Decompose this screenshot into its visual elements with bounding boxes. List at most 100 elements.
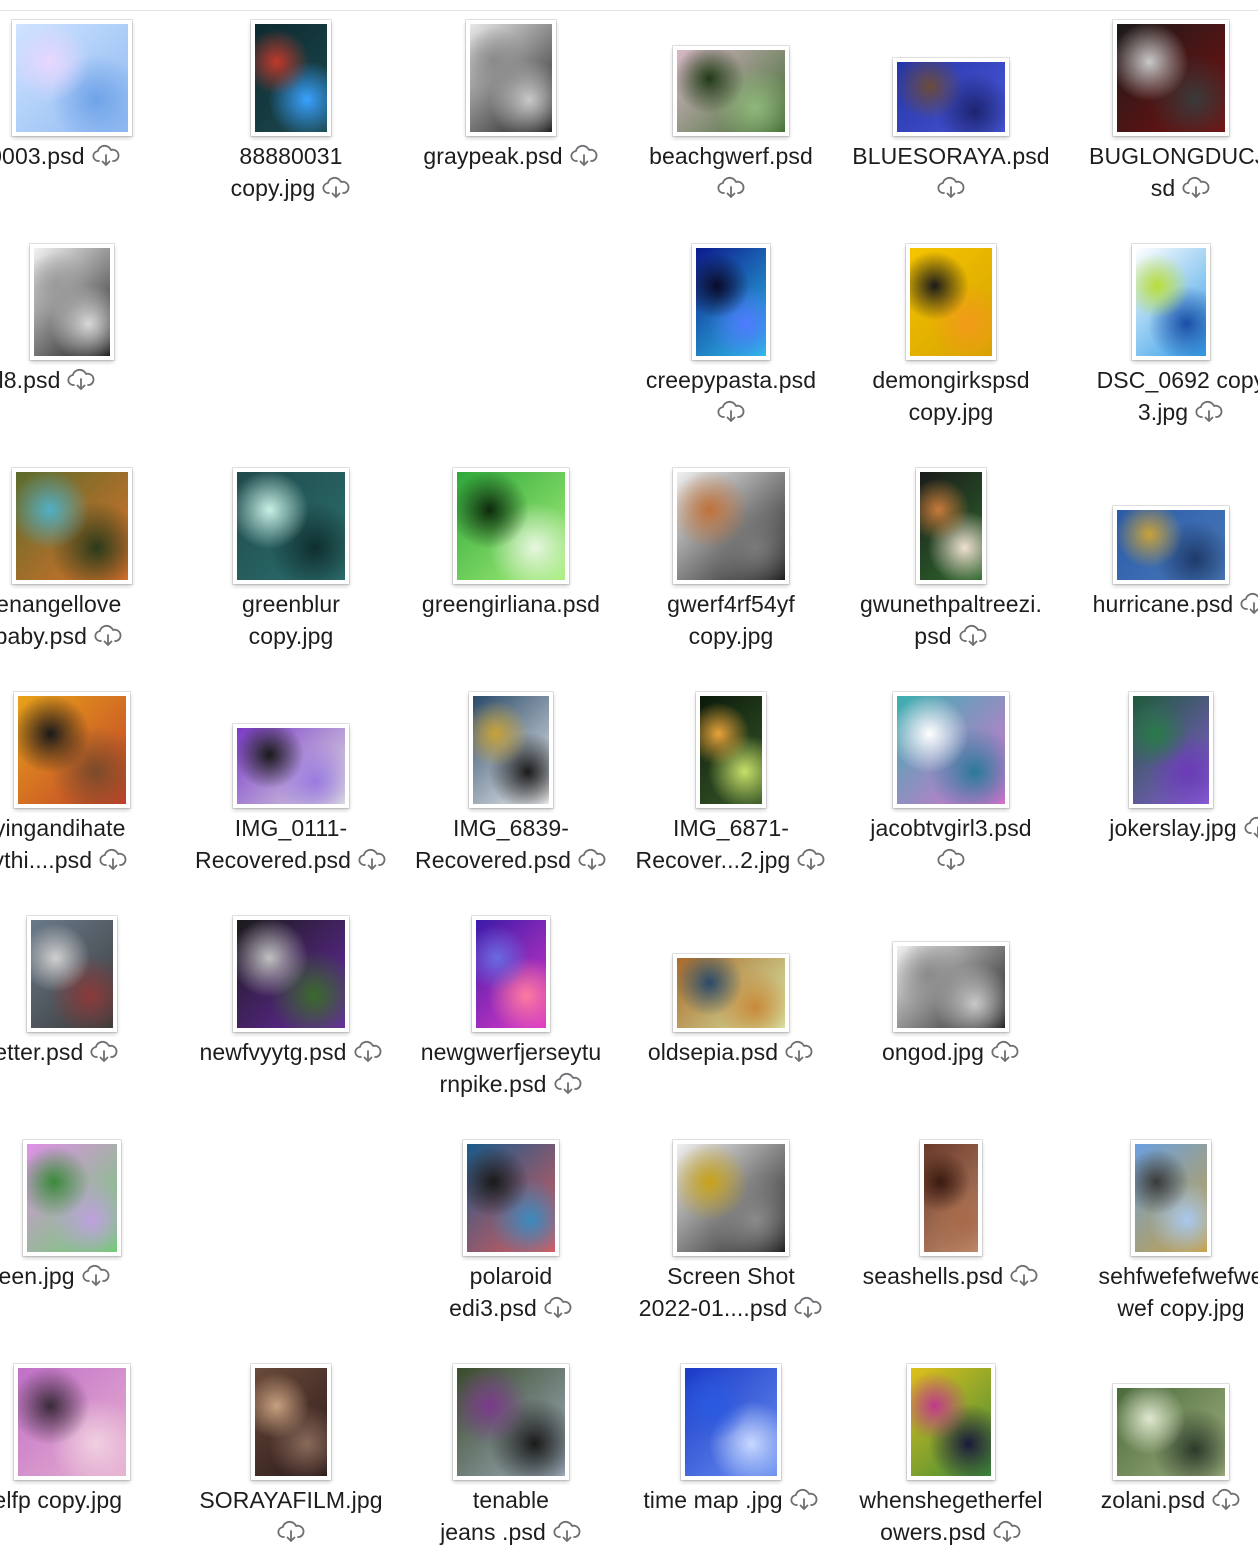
file-name[interactable]: tenable jeans .psd — [391, 1484, 631, 1548]
file-name[interactable]: IMG_6871- Recover...2.jpg — [611, 812, 851, 876]
file-thumbnail[interactable] — [12, 468, 132, 584]
file-item[interactable]: demongirkspsd copy.jpg — [841, 224, 1061, 448]
file-thumbnail[interactable] — [14, 692, 130, 808]
file-thumbnail[interactable] — [673, 46, 789, 136]
file-item[interactable]: bull8.psd — [0, 224, 182, 448]
file-name[interactable]: ongod.jpg — [831, 1036, 1071, 1068]
file-thumbnail[interactable] — [1129, 692, 1213, 808]
file-thumbnail[interactable] — [893, 692, 1009, 808]
file-name[interactable]: time map .jpg — [611, 1484, 851, 1516]
cloud-download-icon[interactable] — [569, 144, 599, 168]
file-name[interactable]: bull8.psd — [0, 364, 192, 396]
cloud-download-icon[interactable] — [552, 1520, 582, 1544]
file-name[interactable]: BUGLONGDUCJ. sd — [1051, 140, 1258, 204]
file-item[interactable]: oldsepia.psd — [621, 896, 841, 1120]
file-name[interactable]: hurricane.psd — [1051, 588, 1258, 620]
file-name[interactable]: ardenangellove isicbaby.psd — [0, 588, 192, 652]
file-thumbnail[interactable] — [1113, 1384, 1229, 1480]
file-thumbnail[interactable] — [673, 954, 789, 1032]
file-name[interactable]: SORAYAFILM.jpg — [171, 1484, 411, 1548]
file-thumbnail[interactable] — [23, 1140, 121, 1256]
file-name[interactable]: selfp copy.jpg — [0, 1484, 192, 1516]
file-name[interactable]: graypeak.psd — [391, 140, 631, 172]
cloud-download-icon[interactable] — [1009, 1264, 1039, 1288]
file-item[interactable]: newgwerfjerseytu rnpike.psd — [401, 896, 621, 1120]
file-thumbnail[interactable] — [907, 1364, 995, 1480]
file-thumbnail[interactable] — [233, 724, 349, 808]
file-thumbnail[interactable] — [251, 20, 331, 136]
file-name[interactable]: gwerf4rf54yf copy.jpg — [611, 588, 851, 652]
cloud-download-icon[interactable] — [353, 1040, 383, 1064]
file-name[interactable]: jacobtvgirl3.psd — [831, 812, 1071, 876]
cloud-download-icon[interactable] — [1211, 1488, 1241, 1512]
cloud-download-icon[interactable] — [1194, 400, 1224, 424]
file-thumbnail[interactable] — [673, 468, 789, 584]
file-item[interactable]: jacobtvgirl3.psd — [841, 672, 1061, 896]
file-thumbnail[interactable] — [251, 1364, 331, 1480]
file-thumbnail[interactable] — [27, 916, 117, 1032]
cloud-download-icon[interactable] — [936, 176, 966, 200]
file-thumbnail[interactable] — [233, 468, 349, 584]
file-item[interactable]: beachgwerf.psd — [621, 0, 841, 224]
file-item[interactable]: graypeak.psd — [401, 0, 621, 224]
file-name[interactable]: veletter.psd — [0, 1036, 192, 1068]
file-name[interactable]: seashells.psd — [831, 1260, 1071, 1292]
file-name[interactable]: 000003.psd — [0, 140, 192, 172]
file-thumbnail[interactable] — [472, 916, 550, 1032]
file-name[interactable]: zolani.psd — [1051, 1484, 1258, 1516]
file-thumbnail[interactable] — [463, 1140, 559, 1256]
file-thumbnail[interactable] — [30, 244, 114, 360]
file-item[interactable]: sehfwefefwefwe wef copy.jpg — [1061, 1120, 1258, 1344]
file-name[interactable]: DSC_0692 copy 3.jpg — [1051, 364, 1258, 428]
file-name[interactable]: whenshegetherfel owers.psd — [831, 1484, 1071, 1548]
file-thumbnail[interactable] — [466, 20, 556, 136]
file-item[interactable]: zolani.psd — [1061, 1344, 1258, 1568]
file-thumbnail[interactable] — [453, 1364, 569, 1480]
file-thumbnail[interactable] — [233, 916, 349, 1032]
file-name[interactable]: greengirliana.psd — [391, 588, 631, 620]
file-name[interactable]: BLUESORAYA.psd — [831, 140, 1071, 204]
file-name[interactable]: oldsepia.psd — [611, 1036, 851, 1068]
file-thumbnail[interactable] — [453, 468, 569, 584]
file-name[interactable]: greenblur copy.jpg — [171, 588, 411, 652]
cloud-download-icon[interactable] — [81, 1264, 111, 1288]
file-item[interactable]: BLUESORAYA.psd — [841, 0, 1061, 224]
file-thumbnail[interactable] — [14, 1364, 130, 1480]
file-thumbnail[interactable] — [681, 1364, 781, 1480]
file-item[interactable]: IMG_0111- Recovered.psd — [181, 672, 401, 896]
file-thumbnail[interactable] — [1132, 244, 1210, 360]
cloud-download-icon[interactable] — [793, 1296, 823, 1320]
cloud-download-icon[interactable] — [276, 1520, 306, 1544]
file-item[interactable]: gwunethpaltreezi. psd — [841, 448, 1061, 672]
file-name[interactable]: demongirkspsd copy.jpg — [831, 364, 1071, 428]
file-item[interactable]: ongod.jpg — [841, 896, 1061, 1120]
file-item[interactable]: gwerf4rf54yf copy.jpg — [621, 448, 841, 672]
file-item[interactable]: Screen Shot 2022-01....psd — [621, 1120, 841, 1344]
file-item[interactable]: ardenangellove isicbaby.psd — [0, 448, 182, 672]
file-item[interactable]: veletter.psd — [0, 896, 182, 1120]
file-item[interactable]: DSC_0692 copy 3.jpg — [1061, 224, 1258, 448]
file-name[interactable]: IMG_0111- Recovered.psd — [171, 812, 411, 876]
file-thumbnail[interactable] — [1113, 506, 1229, 584]
cloud-download-icon[interactable] — [553, 1072, 583, 1096]
cloud-download-icon[interactable] — [1181, 176, 1211, 200]
cloud-download-icon[interactable] — [796, 848, 826, 872]
file-thumbnail[interactable] — [696, 692, 766, 808]
file-name[interactable]: newgwerfjerseytu rnpike.psd — [391, 1036, 631, 1100]
cloud-download-icon[interactable] — [66, 368, 96, 392]
file-thumbnail[interactable] — [916, 468, 986, 584]
file-item[interactable]: BUGLONGDUCJ. sd — [1061, 0, 1258, 224]
cloud-download-icon[interactable] — [784, 1040, 814, 1064]
file-thumbnail[interactable] — [469, 692, 553, 808]
cloud-download-icon[interactable] — [321, 176, 351, 200]
file-name[interactable]: jokerslay.jpg — [1051, 812, 1258, 844]
file-item[interactable]: selfp copy.jpg — [0, 1344, 182, 1568]
file-thumbnail[interactable] — [906, 244, 996, 360]
cloud-download-icon[interactable] — [990, 1040, 1020, 1064]
cloud-download-icon[interactable] — [577, 848, 607, 872]
file-thumbnail[interactable] — [673, 1140, 789, 1256]
cloud-download-icon[interactable] — [716, 176, 746, 200]
cloud-download-icon[interactable] — [716, 400, 746, 424]
file-item[interactable]: newfvyytg.psd — [181, 896, 401, 1120]
cloud-download-icon[interactable] — [357, 848, 387, 872]
